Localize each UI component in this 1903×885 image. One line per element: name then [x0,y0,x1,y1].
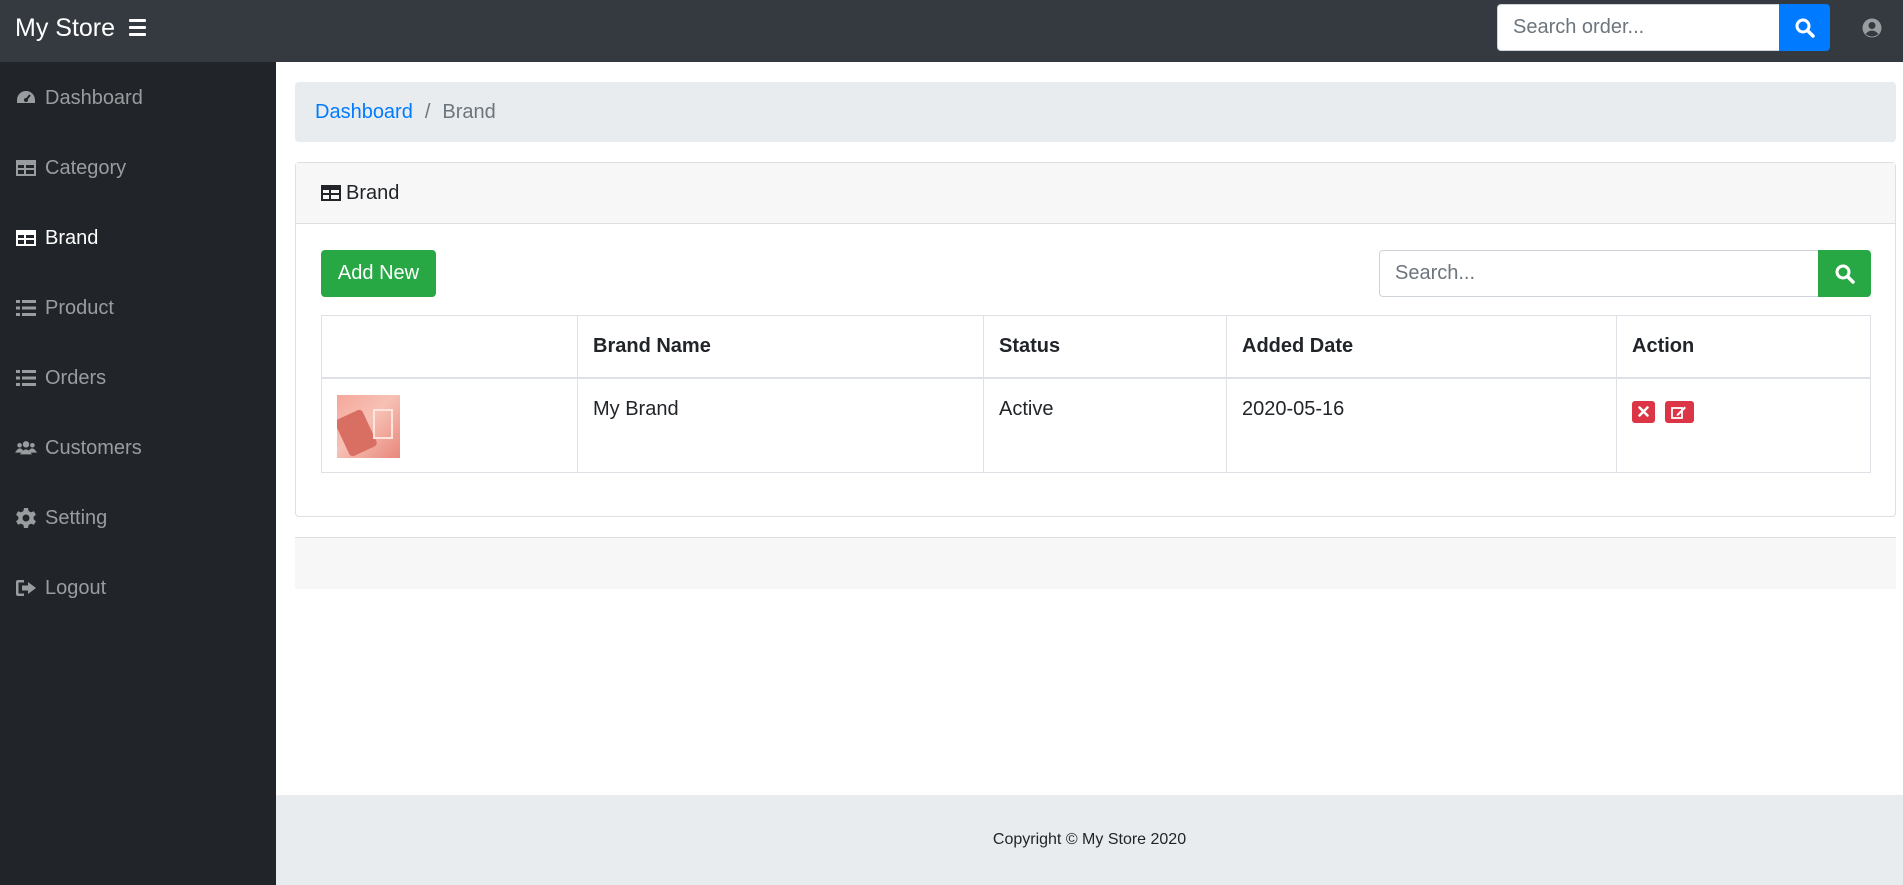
brand-search-input[interactable] [1379,250,1820,297]
card-title: Brand [346,181,400,204]
table-row: My Brand Active 2020-05-16 [321,377,1871,473]
brand-search-button[interactable] [1818,250,1871,297]
breadcrumb-current: Brand [442,100,496,123]
sidebar-item-label: Logout [45,576,107,599]
top-navbar: My Store [0,0,1903,62]
card-footer [295,537,1896,589]
breadcrumb-link-dashboard[interactable]: Dashboard [315,101,413,124]
users-icon [15,437,37,459]
copyright-text: Copyright © My Store 2020 [992,831,1187,848]
add-new-button[interactable]: Add New [321,250,436,297]
action-cell [1616,377,1871,473]
table-icon [320,182,342,204]
status-cell: Active [983,377,1227,473]
breadcrumb: Dashboard / Brand [295,82,1896,142]
table-header-row: Brand Name Status Added Date Action [321,315,1871,379]
sidebar-item-setting[interactable]: Setting [0,493,276,543]
table-icon [15,227,37,249]
close-icon [1638,406,1649,417]
column-header-image [321,315,578,379]
list-icon [15,297,37,319]
added-date-cell: 2020-05-16 [1226,377,1617,473]
sidebar-item-brand[interactable]: Brand [0,213,276,263]
sidebar-item-category[interactable]: Category [0,143,276,193]
edit-icon [1671,406,1687,419]
brand-name-cell: My Brand [577,377,984,473]
sidebar-item-label: Product [45,296,114,319]
sidebar-item-label: Category [45,156,127,179]
search-order-input[interactable] [1497,4,1780,51]
page-footer: Copyright © My Store 2020 [276,795,1903,885]
search-icon [1795,18,1815,38]
sidebar-item-label: Brand [45,226,99,249]
brand-image-cell [321,377,578,473]
column-header-added-date: Added Date [1226,315,1617,379]
sidebar-item-customers[interactable]: Customers [0,423,276,473]
sidebar-item-dashboard[interactable]: Dashboard [0,73,276,123]
sidebar-item-label: Dashboard [45,86,143,109]
breadcrumb-separator: / [424,100,431,123]
sidebar-item-label: Orders [45,366,107,389]
sidebar-item-product[interactable]: Product [0,283,276,333]
sidebar: Dashboard Category Brand Product Orders … [0,62,276,885]
sidebar-item-logout[interactable]: Logout [0,563,276,613]
column-header-action: Action [1616,315,1871,379]
delete-button[interactable] [1632,400,1655,423]
dashboard-icon [15,87,37,109]
app-title[interactable]: My Store [15,12,115,44]
search-order-button[interactable] [1779,4,1830,51]
hamburger-menu-icon[interactable] [129,19,146,36]
table-icon [15,157,37,179]
sidebar-item-orders[interactable]: Orders [0,353,276,403]
sidebar-item-label: Customers [45,436,142,459]
list-icon [15,367,37,389]
brand-table: Brand Name Status Added Date Action My B… [321,315,1871,473]
edit-button[interactable] [1664,400,1694,423]
card-header: Brand [296,163,1895,224]
column-header-brand-name: Brand Name [577,315,984,379]
user-icon[interactable] [1862,18,1882,38]
sidebar-item-label: Setting [45,506,108,529]
brand-card: Brand Add New Brand Name Status Added Da… [295,162,1896,517]
column-header-status: Status [983,315,1227,379]
brand-thumbnail [337,394,400,458]
sign-out-icon [15,577,37,599]
gear-icon [15,507,37,529]
search-icon [1835,264,1855,284]
